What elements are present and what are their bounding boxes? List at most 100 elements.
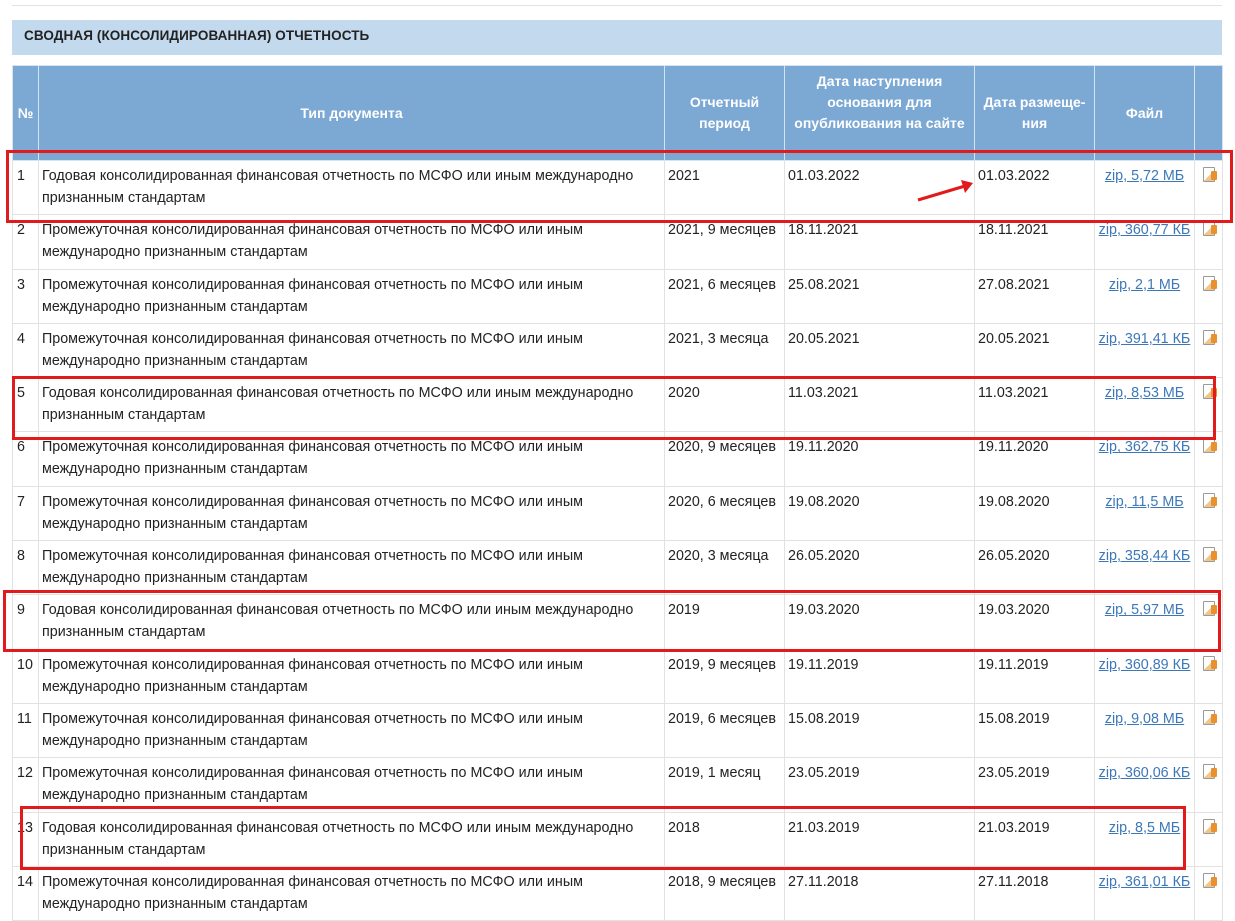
file-download-link[interactable]: zip, 362,75 КБ — [1099, 439, 1191, 455]
placement-date: 01.03.2022 — [974, 159, 1095, 216]
row-number: 7 — [12, 485, 39, 542]
header-icon-column — [1194, 65, 1223, 161]
table-header-row: № Тип документа Отчетный период Дата нас… — [12, 65, 1223, 161]
signature-file-icon[interactable] — [1202, 438, 1217, 454]
file-download-link[interactable]: zip, 8,53 МБ — [1105, 385, 1184, 401]
signature-cell — [1194, 431, 1223, 487]
file-cell: zip, 360,89 КБ — [1094, 648, 1195, 704]
file-download-link[interactable]: zip, 361,01 КБ — [1099, 874, 1191, 890]
file-download-link[interactable]: zip, 360,06 КБ — [1099, 765, 1191, 781]
basis-date: 18.11.2021 — [784, 214, 975, 270]
signature-file-icon[interactable] — [1202, 221, 1217, 237]
signature-cell — [1194, 540, 1223, 596]
basis-date: 26.05.2020 — [784, 540, 975, 596]
file-download-link[interactable]: zip, 11,5 МБ — [1105, 494, 1183, 510]
table-row: 9 Годовая консолидированная финансовая от… — [12, 594, 1223, 650]
signature-file-icon[interactable] — [1202, 167, 1217, 182]
signature-file-icon[interactable] — [1202, 275, 1217, 291]
reporting-period: 2021, 9 месяцев — [664, 214, 785, 270]
table-row: 12 Промежуточная консолидированная финанс… — [12, 757, 1223, 813]
table-row: 2 Промежуточная консолидированная финансо… — [12, 214, 1223, 270]
document-type: Промежуточная консолидированная финансов… — [38, 648, 665, 704]
file-download-link[interactable]: zip, 358,44 КБ — [1099, 548, 1191, 564]
document-type: Промежуточная консолидированная финансов… — [38, 757, 665, 813]
file-cell: zip, 361,01 КБ — [1094, 865, 1195, 921]
file-download-link[interactable]: zip, 5,72 МБ — [1105, 168, 1184, 184]
basis-date: 20.05.2021 — [784, 322, 975, 379]
file-cell: zip, 360,06 КБ — [1094, 757, 1195, 813]
placement-date: 19.11.2019 — [974, 648, 1095, 704]
signature-file-icon[interactable] — [1202, 764, 1217, 780]
file-download-link[interactable]: zip, 360,77 КБ — [1099, 222, 1191, 238]
signature-file-icon[interactable] — [1202, 329, 1217, 345]
signature-file-icon[interactable] — [1202, 384, 1217, 400]
row-number: 11 — [12, 702, 39, 759]
row-number: 6 — [12, 431, 39, 487]
document-type: Промежуточная консолидированная финансов… — [38, 431, 665, 487]
placement-date: 19.11.2020 — [974, 431, 1095, 487]
row-number: 3 — [12, 268, 39, 324]
reporting-period: 2021, 6 месяцев — [664, 268, 785, 324]
signature-file-icon[interactable] — [1202, 492, 1217, 508]
table-row: 11 Промежуточная консолидированная финанс… — [12, 702, 1223, 759]
basis-date: 11.03.2021 — [784, 377, 975, 433]
signature-cell — [1194, 377, 1223, 433]
row-number: 14 — [12, 865, 39, 921]
placement-date: 19.08.2020 — [974, 485, 1095, 542]
signature-file-icon[interactable] — [1202, 709, 1217, 725]
file-download-link[interactable]: zip, 9,08 МБ — [1105, 711, 1184, 727]
table-row: 1 Годовая консолидированная финансовая от… — [12, 159, 1223, 216]
row-number: 8 — [12, 540, 39, 596]
signature-file-icon[interactable] — [1202, 818, 1217, 834]
table-row: 13 Годовая консолидированная финансовая о… — [12, 811, 1223, 867]
document-type: Промежуточная консолидированная финансов… — [38, 485, 665, 542]
reporting-period: 2018, 9 месяцев — [664, 865, 785, 921]
document-type: Годовая консолидированная финансовая отч… — [38, 377, 665, 433]
basis-date: 19.11.2019 — [784, 648, 975, 704]
file-download-link[interactable]: zip, 360,89 КБ — [1099, 657, 1191, 673]
document-type: Промежуточная консолидированная финансов… — [38, 214, 665, 270]
file-cell: zip, 362,75 КБ — [1094, 431, 1195, 487]
placement-date: 19.03.2020 — [974, 594, 1095, 650]
file-download-link[interactable]: zip, 391,41 КБ — [1099, 331, 1191, 347]
signature-cell — [1194, 322, 1223, 379]
signature-file-icon[interactable] — [1202, 601, 1217, 617]
row-number: 10 — [12, 648, 39, 704]
signature-file-icon[interactable] — [1202, 655, 1217, 671]
document-type: Промежуточная консолидированная финансов… — [38, 865, 665, 921]
placement-date: 18.11.2021 — [974, 214, 1095, 270]
signature-file-icon[interactable] — [1202, 547, 1217, 563]
top-divider — [12, 5, 1222, 6]
reporting-period: 2019, 1 месяц — [664, 757, 785, 813]
document-type: Годовая консолидированная финансовая отч… — [38, 811, 665, 867]
file-download-link[interactable]: zip, 8,5 МБ — [1109, 820, 1180, 836]
file-cell: zip, 358,44 КБ — [1094, 540, 1195, 596]
signature-cell — [1194, 757, 1223, 813]
file-cell: zip, 2,1 МБ — [1094, 268, 1195, 324]
basis-date: 27.11.2018 — [784, 865, 975, 921]
file-cell: zip, 11,5 МБ — [1094, 485, 1195, 542]
row-number: 1 — [12, 159, 39, 216]
signature-cell — [1194, 214, 1223, 270]
table-row: 5 Годовая консолидированная финансовая от… — [12, 377, 1223, 433]
row-number: 12 — [12, 757, 39, 813]
file-download-link[interactable]: zip, 2,1 МБ — [1109, 277, 1180, 293]
placement-date: 27.11.2018 — [974, 865, 1095, 921]
header-file: Файл — [1094, 65, 1195, 161]
placement-date: 21.03.2019 — [974, 811, 1095, 867]
reports-table-container: № Тип документа Отчетный период Дата нас… — [12, 65, 1223, 921]
signature-cell — [1194, 865, 1223, 921]
basis-date: 25.08.2021 — [784, 268, 975, 324]
reports-table: № Тип документа Отчетный период Дата нас… — [12, 65, 1223, 921]
basis-date: 15.08.2019 — [784, 702, 975, 759]
row-number: 5 — [12, 377, 39, 433]
placement-date: 11.03.2021 — [974, 377, 1095, 433]
placement-date: 20.05.2021 — [974, 322, 1095, 379]
table-row: 3 Промежуточная консолидированная финансо… — [12, 268, 1223, 324]
signature-file-icon[interactable] — [1202, 872, 1217, 888]
signature-cell — [1194, 702, 1223, 759]
file-download-link[interactable]: zip, 5,97 МБ — [1105, 602, 1184, 618]
reporting-period: 2020, 6 месяцев — [664, 485, 785, 542]
reporting-period: 2018 — [664, 811, 785, 867]
row-number: 2 — [12, 214, 39, 270]
